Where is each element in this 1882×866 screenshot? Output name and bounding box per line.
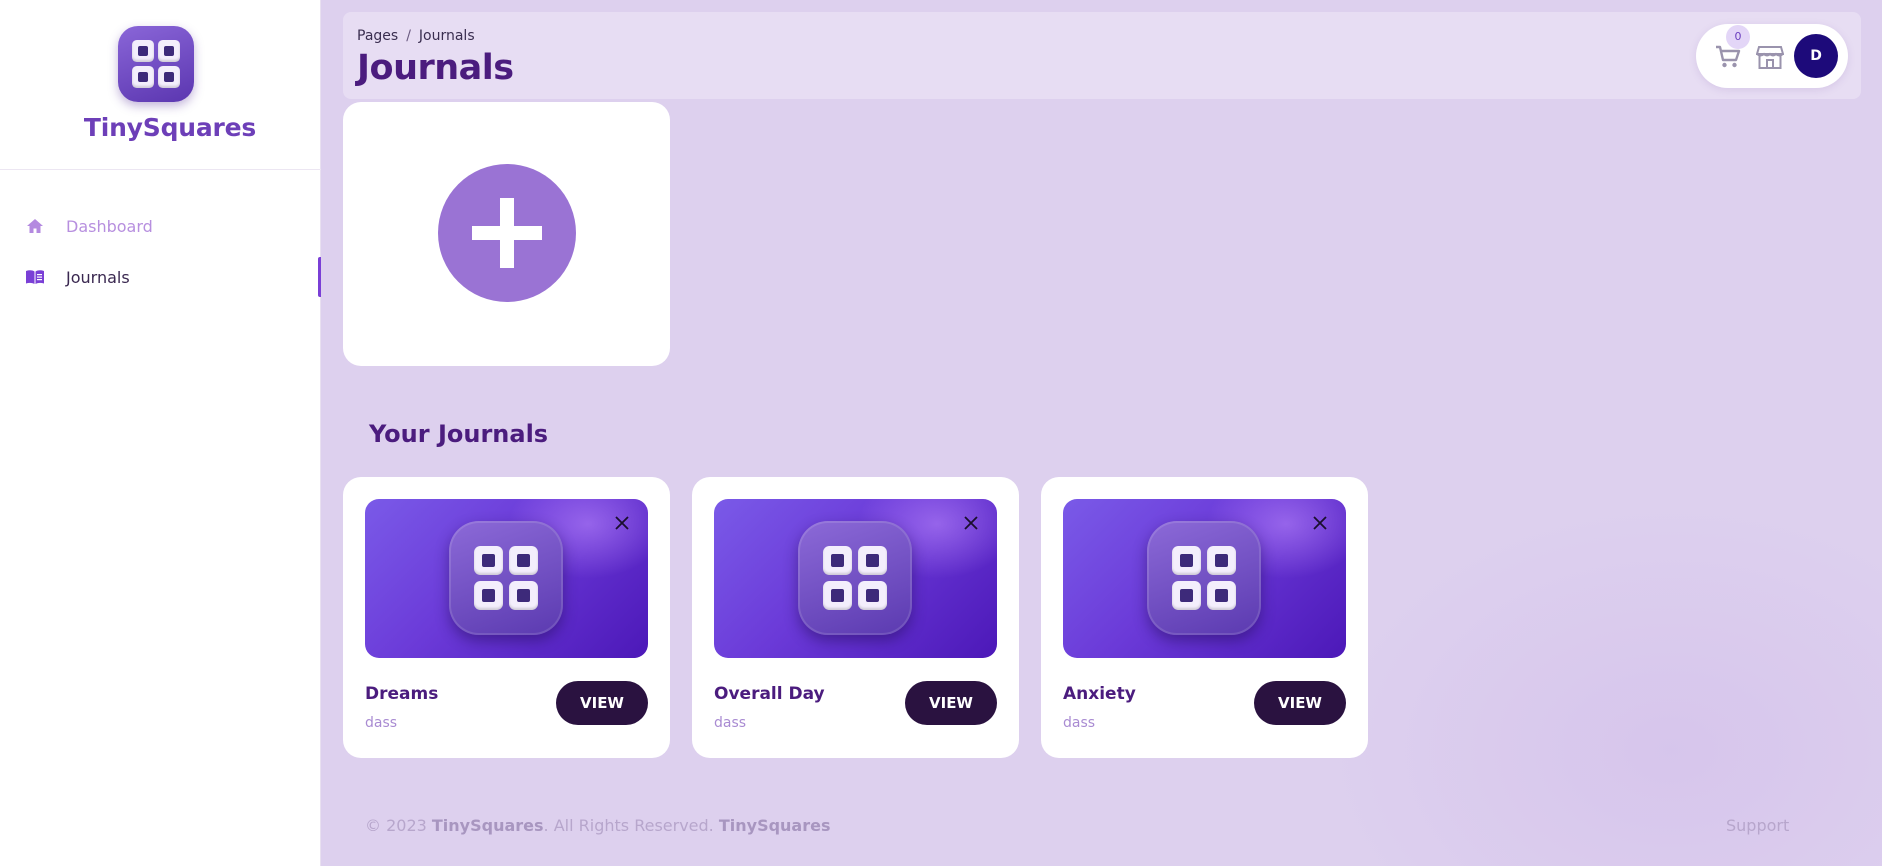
journal-card: Anxiety dass VIEW: [1041, 477, 1368, 758]
view-journal-button[interactable]: VIEW: [1254, 681, 1346, 725]
close-icon[interactable]: [1312, 515, 1328, 531]
view-journal-button[interactable]: VIEW: [905, 681, 997, 725]
sidebar-item-label: Dashboard: [66, 216, 153, 236]
header-bar: Pages / Journals Journals: [343, 12, 1861, 99]
copyright-prefix: © 2023: [365, 816, 432, 835]
close-icon[interactable]: [614, 515, 630, 531]
journal-subtitle: dass: [365, 715, 398, 731]
journal-name: Dreams: [365, 684, 439, 704]
app-logo-icon: [449, 521, 563, 635]
copyright-rights: . All Rights Reserved.: [543, 816, 719, 835]
breadcrumb-current: Journals: [418, 28, 475, 44]
page-title: Journals: [357, 48, 514, 88]
book-icon: [26, 270, 44, 284]
sidebar: TinySquares Dashboard Journals: [0, 0, 322, 866]
journal-cover-image: [1063, 499, 1346, 658]
sidebar-item-dashboard[interactable]: Dashboard: [0, 206, 321, 246]
brand-name[interactable]: TinySquares: [0, 113, 340, 142]
sidebar-item-label: Journals: [66, 267, 130, 287]
home-icon: [27, 219, 43, 233]
add-journal-card[interactable]: [343, 102, 670, 366]
footer-copyright: © 2023 TinySquares. All Rights Reserved.…: [365, 816, 831, 835]
breadcrumb-separator: /: [406, 28, 411, 44]
journal-name: Overall Day: [714, 684, 825, 704]
cart-count-badge: 0: [1726, 25, 1750, 49]
journal-subtitle: dass: [1063, 715, 1096, 731]
app-logo-icon: [798, 521, 912, 635]
app-logo-icon: [1147, 521, 1261, 635]
app-logo-icon[interactable]: [118, 26, 194, 102]
breadcrumb-root[interactable]: Pages: [357, 28, 398, 44]
close-icon[interactable]: [963, 515, 979, 531]
plus-icon[interactable]: [438, 164, 576, 302]
footer-brand-link[interactable]: TinySquares: [432, 816, 544, 835]
journal-card: Overall Day dass VIEW: [692, 477, 1019, 758]
store-icon[interactable]: [1756, 44, 1784, 70]
view-journal-button[interactable]: VIEW: [556, 681, 648, 725]
footer-brand-link[interactable]: TinySquares: [719, 816, 831, 835]
sidebar-divider: [0, 169, 321, 170]
journal-subtitle: dass: [714, 715, 747, 731]
breadcrumb: Pages / Journals: [357, 28, 475, 44]
journal-name: Anxiety: [1063, 684, 1136, 704]
sidebar-item-journals[interactable]: Journals: [0, 257, 322, 297]
journal-cover-image: [365, 499, 648, 658]
avatar[interactable]: D: [1794, 34, 1838, 78]
support-link[interactable]: Support: [1726, 816, 1789, 835]
header-actions: 0 D: [1696, 24, 1848, 88]
section-title: Your Journals: [369, 420, 549, 448]
main-content: Pages / Journals Journals 0 D Your Journal…: [321, 0, 1882, 866]
journal-card: Dreams dass VIEW: [343, 477, 670, 758]
journal-cover-image: [714, 499, 997, 658]
